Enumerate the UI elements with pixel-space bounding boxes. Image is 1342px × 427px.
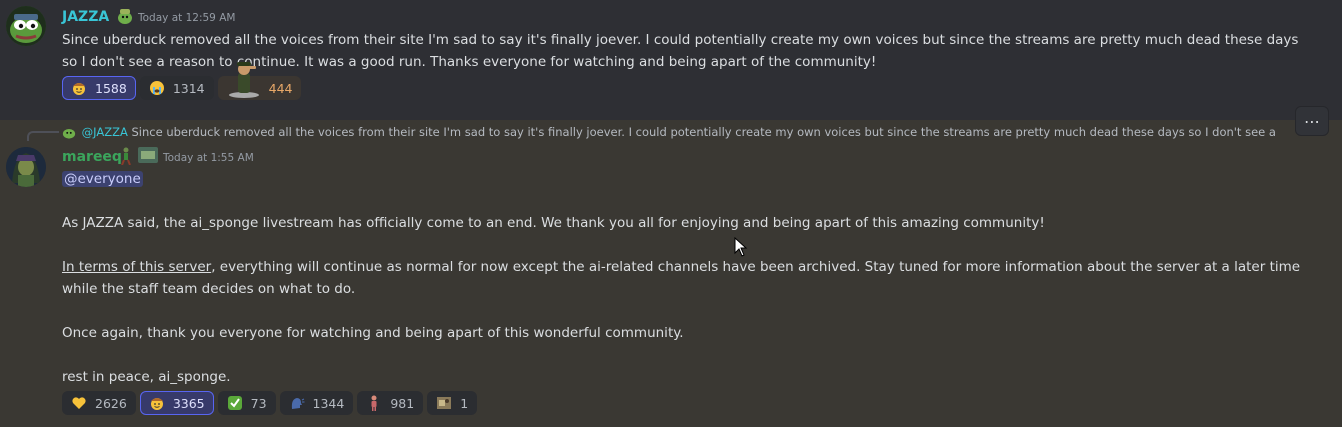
message-paragraph: As JAZZA said, the ai_sponge livestream … bbox=[62, 215, 1045, 231]
reply-username[interactable]: @JAZZA bbox=[82, 125, 128, 139]
reaction-cowboy[interactable]: 1588 bbox=[62, 76, 136, 100]
reaction-yellow-heart[interactable]: 2626 bbox=[62, 391, 136, 415]
username[interactable]: JAZZA bbox=[62, 9, 109, 25]
yellow-heart-icon bbox=[71, 395, 87, 411]
reply-preview[interactable]: @JAZZA Since uberduck removed all the vo… bbox=[62, 125, 1292, 141]
reaction-count: 2626 bbox=[95, 395, 127, 411]
more-options-button[interactable]: ⋯ bbox=[1295, 106, 1329, 136]
username[interactable]: mareeq bbox=[62, 149, 122, 165]
reaction-speaking-head[interactable]: 1344 bbox=[279, 391, 354, 415]
reply-text: Since uberduck removed all the voices fr… bbox=[131, 125, 1276, 139]
reaction-count: 1314 bbox=[172, 80, 205, 96]
pepe-reply-icon bbox=[62, 125, 78, 141]
reaction-crying[interactable]: 1314 bbox=[139, 76, 214, 100]
reaction-bar: 2626 3365 73 1344 981 1 bbox=[62, 391, 478, 415]
message-paragraph: while the staff team decides on what to … bbox=[62, 281, 356, 297]
message-paragraph: In terms of this server, everything will… bbox=[62, 256, 1300, 278]
speaking-head-icon bbox=[289, 395, 305, 411]
message-paragraph: Once again, thank you everyone for watch… bbox=[62, 325, 684, 341]
reaction-figure[interactable]: 981 bbox=[357, 391, 424, 415]
reaction-check[interactable]: 73 bbox=[217, 391, 276, 415]
message-paragraph: rest in peace, ai_sponge. bbox=[62, 369, 231, 385]
check-mark-icon bbox=[227, 395, 243, 411]
reaction-count: 73 bbox=[250, 395, 267, 411]
figure-tag-icon bbox=[118, 147, 134, 166]
mouse-cursor-icon bbox=[734, 236, 748, 257]
reply-connector bbox=[27, 131, 59, 141]
reaction-count: 1588 bbox=[95, 80, 127, 96]
timestamp: Today at 12:59 AM bbox=[138, 12, 236, 24]
reaction-count: 981 bbox=[390, 395, 415, 411]
reaction-salute[interactable]: 444 bbox=[217, 62, 302, 100]
figure-icon bbox=[366, 395, 382, 411]
everyone-mention[interactable]: @everyone bbox=[62, 171, 143, 187]
salute-man-icon bbox=[227, 59, 261, 99]
reaction-custom[interactable]: 1 bbox=[427, 391, 478, 415]
reaction-bar: 1588 1314 444 bbox=[62, 62, 302, 100]
cowboy-face-icon bbox=[71, 80, 87, 96]
reaction-count: 1344 bbox=[312, 395, 345, 411]
avatar[interactable] bbox=[6, 147, 46, 187]
reaction-cowboy[interactable]: 3365 bbox=[139, 391, 214, 415]
underlined-text: In terms of this server bbox=[62, 259, 212, 275]
role-badge-icon bbox=[138, 147, 158, 163]
custom-image-icon bbox=[436, 395, 452, 411]
message-jazza: JAZZA Today at 12:59 AM Since uberduck r… bbox=[0, 0, 1342, 120]
timestamp: Today at 1:55 AM bbox=[163, 152, 254, 164]
message-text: , everything will continue as normal for… bbox=[211, 259, 1301, 275]
message-content: @everyone As JAZZA said, the ai_sponge l… bbox=[62, 168, 1300, 388]
message-line: Since uberduck removed all the voices fr… bbox=[62, 32, 1299, 48]
pepe-tag-icon bbox=[116, 7, 132, 24]
reaction-count: 3365 bbox=[172, 395, 205, 411]
cowboy-face-icon bbox=[149, 395, 165, 411]
reaction-count: 1 bbox=[460, 395, 469, 411]
reaction-count: 444 bbox=[268, 80, 293, 96]
avatar[interactable] bbox=[6, 6, 46, 46]
crying-face-icon bbox=[149, 80, 165, 96]
